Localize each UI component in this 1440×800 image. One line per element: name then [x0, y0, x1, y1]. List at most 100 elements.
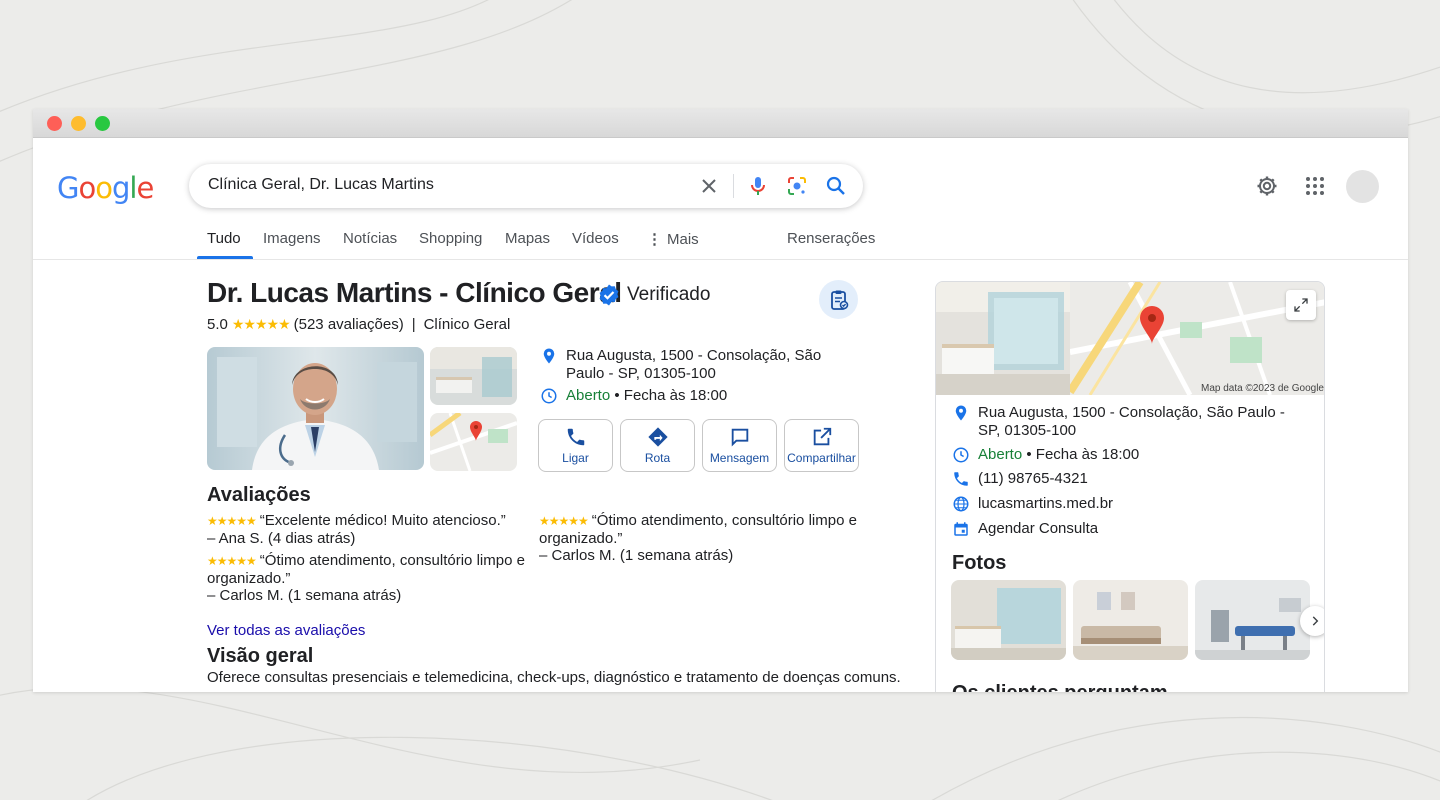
- microphone-icon[interactable]: [746, 174, 770, 198]
- clinic-thumbnail[interactable]: [430, 347, 517, 405]
- share-button[interactable]: Compartilhar: [784, 419, 859, 472]
- photo-thumbnail[interactable]: [951, 580, 1066, 660]
- review-stars: ★★★★★: [539, 514, 589, 528]
- tab-mapas[interactable]: Mapas: [505, 230, 550, 247]
- photo-thumbnail[interactable]: [1195, 580, 1310, 660]
- maximize-window-button[interactable]: [95, 116, 110, 131]
- review-author: – Carlos M. (1 semana atrás): [207, 587, 402, 604]
- search-input[interactable]: Clínica Geral, Dr. Lucas Martins: [208, 176, 434, 194]
- photos-heading: Fotos: [952, 552, 1007, 574]
- clipboard-check-icon: [830, 290, 848, 310]
- rating-line: 5.0 ★★★★★ (523 avaliações) | Clínico Ger…: [207, 316, 510, 333]
- verified-label: Verificado: [627, 284, 711, 305]
- map-credit: Map data ©2023 de Google: [1200, 383, 1324, 394]
- side-address-text: Rua Augusta, 1500 - Consolação, São Paul…: [978, 404, 1285, 439]
- directions-label: Rota: [644, 451, 671, 465]
- window-titlebar: [33, 109, 1408, 138]
- apps-grid-icon[interactable]: [1303, 174, 1327, 198]
- review-item: ★★★★★ “Ótimo atendimento, consultório lim…: [207, 552, 527, 604]
- review-text: “Excelente médico! Muito atencioso.”: [259, 512, 506, 529]
- verified-check-icon: [599, 284, 619, 306]
- reviews-heading: Avaliações: [207, 484, 311, 506]
- clock-icon: [953, 447, 969, 463]
- tab-renseracoes[interactable]: Renserações: [787, 230, 875, 247]
- call-button[interactable]: Ligar: [538, 419, 613, 472]
- close-window-button[interactable]: [47, 116, 62, 131]
- doctor-photo[interactable]: [207, 347, 424, 470]
- clock-icon: [541, 388, 557, 404]
- side-website-row[interactable]: lucasmartins.med.br: [952, 495, 1113, 513]
- review-author: – Ana S. (4 dias atrás): [207, 530, 356, 547]
- minimize-window-button[interactable]: [71, 116, 86, 131]
- review-stars: ★★★★★: [207, 514, 257, 528]
- call-label: Ligar: [562, 451, 589, 465]
- search-header: Google Clínica Geral, Dr. Lucas Martins: [33, 138, 1408, 260]
- google-logo[interactable]: Google: [57, 171, 154, 205]
- review-stars: ★★★★★: [207, 554, 257, 568]
- website-link: lucasmartins.med.br: [978, 495, 1114, 512]
- tab-videos[interactable]: Vídeos: [572, 230, 619, 247]
- closing-time: • Fecha às 18:00: [614, 387, 728, 404]
- overview-heading: Visão geral: [207, 645, 314, 667]
- see-all-reviews-link[interactable]: Ver todas as avaliações: [207, 622, 365, 639]
- clear-icon[interactable]: [697, 174, 721, 198]
- directions-icon: [647, 427, 668, 447]
- review-author: – Carlos M. (1 semana atrás): [539, 547, 734, 564]
- location-pin-icon: [955, 405, 967, 421]
- message-icon: [731, 428, 748, 447]
- message-button[interactable]: Mensagem: [702, 419, 777, 472]
- side-address-row: Rua Augusta, 1500 - Consolação, São Paul…: [952, 404, 1292, 440]
- rating-stars: ★★★★★: [231, 316, 291, 332]
- account-avatar[interactable]: [1346, 170, 1379, 203]
- more-vert-icon: ⋮: [647, 231, 662, 248]
- verified-badge: Verificado: [597, 283, 710, 307]
- lens-icon[interactable]: [785, 174, 809, 198]
- calendar-icon: [954, 522, 968, 536]
- tab-imagens[interactable]: Imagens: [263, 230, 321, 247]
- globe-icon: [953, 496, 969, 512]
- open-status: Aberto: [566, 387, 611, 404]
- photo-thumbnail[interactable]: [1073, 580, 1188, 660]
- phone-icon: [567, 428, 584, 446]
- location-pin-icon: [543, 348, 555, 364]
- search-divider: [733, 174, 734, 198]
- booking-link: Agendar Consulta: [978, 520, 1099, 537]
- tab-tudo[interactable]: Tudo: [207, 230, 241, 247]
- review-item: ★★★★★ “Excelente médico! Muito atencioso.…: [207, 512, 527, 547]
- address-text: Rua Augusta, 1500 - Consolação, São Paul…: [566, 347, 822, 382]
- browser-window: Google Clínica Geral, Dr. Lucas Martins: [33, 109, 1408, 692]
- tab-noticias[interactable]: Notícias: [343, 230, 397, 247]
- side-booking-row[interactable]: Agendar Consulta: [952, 520, 1098, 538]
- tab-mais[interactable]: ⋮ Mais: [647, 230, 699, 248]
- photos-next-button[interactable]: [1300, 606, 1324, 636]
- review-item: ★★★★★ “Ótimo atendimento, consultório lim…: [539, 512, 859, 564]
- phone-number: (11) 98765-4321: [978, 470, 1088, 487]
- rating-value: 5.0: [207, 316, 228, 333]
- business-category: Clínico Geral: [423, 316, 511, 333]
- rating-separator: |: [411, 316, 416, 333]
- hours-row[interactable]: Aberto • Fecha às 18:00: [540, 387, 727, 405]
- review-count[interactable]: (523 avaliações): [294, 316, 404, 333]
- share-label: Compartilhar: [787, 451, 856, 465]
- overview-text: Oferece consultas presenciais e telemedi…: [207, 669, 901, 686]
- settings-gear-icon[interactable]: [1255, 174, 1279, 198]
- active-tab-indicator: [197, 256, 253, 259]
- side-map[interactable]: Map data ©2023 de Google: [1066, 282, 1324, 397]
- address-row: Rua Augusta, 1500 - Consolação, São Paul…: [540, 347, 860, 383]
- location-map-thumbnail[interactable]: [430, 413, 517, 471]
- search-box[interactable]: Clínica Geral, Dr. Lucas Martins: [189, 164, 863, 208]
- expand-map-button[interactable]: [1286, 290, 1316, 320]
- chevron-right-icon: [1312, 616, 1319, 626]
- message-label: Mensagem: [709, 451, 770, 465]
- tab-shopping[interactable]: Shopping: [419, 230, 482, 247]
- expand-icon: [1294, 298, 1308, 312]
- side-closing-time: • Fecha às 18:00: [1026, 446, 1140, 463]
- business-title: Dr. Lucas Martins - Clínico Geral: [207, 277, 622, 308]
- directions-button[interactable]: Rota: [620, 419, 695, 472]
- clinic-interior-photo[interactable]: [936, 282, 1070, 395]
- clipboard-button[interactable]: [819, 280, 858, 319]
- side-phone-row[interactable]: (11) 98765-4321: [952, 470, 1088, 488]
- search-icon[interactable]: [824, 174, 848, 198]
- side-hours-row[interactable]: Aberto • Fecha às 18:00: [952, 446, 1139, 464]
- more-section-heading: Os clientes perguntam: [952, 682, 1168, 692]
